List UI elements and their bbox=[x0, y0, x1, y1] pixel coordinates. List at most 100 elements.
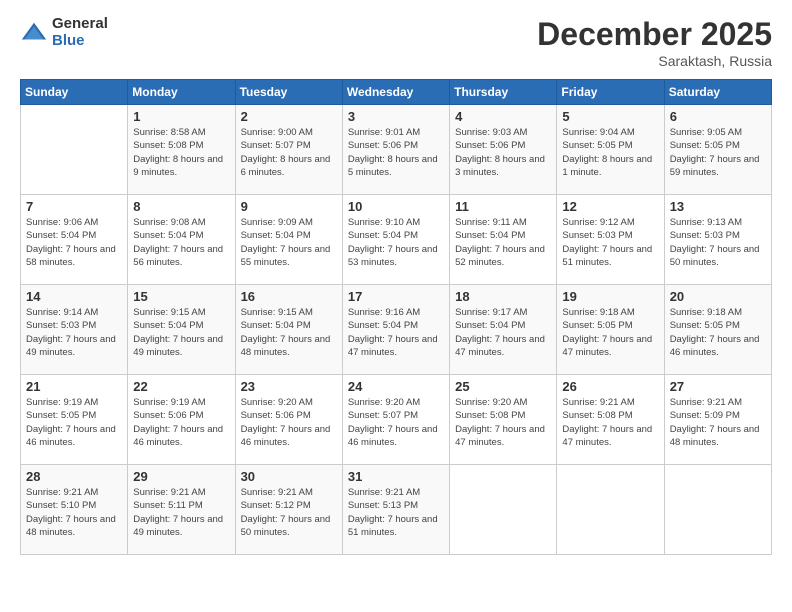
day-number: 3 bbox=[348, 109, 444, 124]
day-info: Sunrise: 9:15 AMSunset: 5:04 PMDaylight:… bbox=[241, 306, 337, 359]
logo-general: General bbox=[52, 16, 108, 33]
calendar-week-3: 14 Sunrise: 9:14 AMSunset: 5:03 PMDayligh… bbox=[21, 285, 772, 375]
calendar-page: General Blue December 2025 Saraktash, Ru… bbox=[0, 0, 792, 612]
day-info: Sunrise: 9:21 AMSunset: 5:13 PMDaylight:… bbox=[348, 486, 444, 539]
calendar-cell: 5Sunrise: 9:04 AMSunset: 5:05 PMDaylight… bbox=[557, 105, 664, 195]
day-info: Sunrise: 9:06 AMSunset: 5:04 PMDaylight:… bbox=[26, 216, 122, 269]
calendar-table: Sunday Monday Tuesday Wednesday Thursday… bbox=[20, 79, 772, 555]
day-info: Sunrise: 9:21 AMSunset: 5:12 PMDaylight:… bbox=[241, 486, 337, 539]
calendar-cell: 18 Sunrise: 9:17 AMSunset: 5:04 PMDayligh… bbox=[450, 285, 557, 375]
header-wednesday: Wednesday bbox=[342, 80, 449, 105]
calendar-cell: 8 Sunrise: 9:08 AMSunset: 5:04 PMDaylight… bbox=[128, 195, 235, 285]
day-info: Sunrise: 9:21 AMSunset: 5:08 PMDaylight:… bbox=[562, 396, 658, 449]
day-number: 9 bbox=[241, 199, 337, 214]
day-number: 8 bbox=[133, 199, 229, 214]
day-number: 2 bbox=[241, 109, 337, 124]
day-info: Sunrise: 9:20 AMSunset: 5:08 PMDaylight:… bbox=[455, 396, 551, 449]
day-number: 13 bbox=[670, 199, 766, 214]
calendar-cell: 20 Sunrise: 9:18 AMSunset: 5:05 PMDayligh… bbox=[664, 285, 771, 375]
title-area: December 2025 Saraktash, Russia bbox=[537, 16, 772, 69]
day-info: Sunrise: 9:15 AMSunset: 5:04 PMDaylight:… bbox=[133, 306, 229, 359]
day-number: 10 bbox=[348, 199, 444, 214]
header-row: Sunday Monday Tuesday Wednesday Thursday… bbox=[21, 80, 772, 105]
day-info: Sunrise: 8:58 AMSunset: 5:08 PMDaylight:… bbox=[133, 126, 229, 179]
day-number: 23 bbox=[241, 379, 337, 394]
calendar-cell: 9 Sunrise: 9:09 AMSunset: 5:04 PMDaylight… bbox=[235, 195, 342, 285]
calendar-cell: 27 Sunrise: 9:21 AMSunset: 5:09 PMDayligh… bbox=[664, 375, 771, 465]
day-number: 14 bbox=[26, 289, 122, 304]
day-info: Sunrise: 9:10 AMSunset: 5:04 PMDaylight:… bbox=[348, 216, 444, 269]
calendar-week-5: 28 Sunrise: 9:21 AMSunset: 5:10 PMDayligh… bbox=[21, 465, 772, 555]
day-number: 11 bbox=[455, 199, 551, 214]
header-tuesday: Tuesday bbox=[235, 80, 342, 105]
calendar-cell: 2 Sunrise: 9:00 AMSunset: 5:07 PMDaylight… bbox=[235, 105, 342, 195]
location-subtitle: Saraktash, Russia bbox=[537, 53, 772, 69]
day-info: Sunrise: 9:09 AMSunset: 5:04 PMDaylight:… bbox=[241, 216, 337, 269]
calendar-cell: 16 Sunrise: 9:15 AMSunset: 5:04 PMDayligh… bbox=[235, 285, 342, 375]
day-number: 19 bbox=[562, 289, 658, 304]
day-number: 27 bbox=[670, 379, 766, 394]
day-info: Sunrise: 9:19 AMSunset: 5:05 PMDaylight:… bbox=[26, 396, 122, 449]
day-info: Sunrise: 9:00 AMSunset: 5:07 PMDaylight:… bbox=[241, 126, 337, 179]
day-info: Sunrise: 9:08 AMSunset: 5:04 PMDaylight:… bbox=[133, 216, 229, 269]
day-info: Sunrise: 9:03 AMSunset: 5:06 PMDaylight:… bbox=[455, 126, 551, 179]
day-info: Sunrise: 9:14 AMSunset: 5:03 PMDaylight:… bbox=[26, 306, 122, 359]
day-number: 21 bbox=[26, 379, 122, 394]
calendar-cell bbox=[450, 465, 557, 555]
day-number: 16 bbox=[241, 289, 337, 304]
day-info: Sunrise: 9:17 AMSunset: 5:04 PMDaylight:… bbox=[455, 306, 551, 359]
header-friday: Friday bbox=[557, 80, 664, 105]
day-number: 20 bbox=[670, 289, 766, 304]
calendar-cell: 7 Sunrise: 9:06 AMSunset: 5:04 PMDaylight… bbox=[21, 195, 128, 285]
day-number: 7 bbox=[26, 199, 122, 214]
logo-icon bbox=[20, 19, 48, 47]
calendar-cell: 4Sunrise: 9:03 AMSunset: 5:06 PMDaylight… bbox=[450, 105, 557, 195]
day-info: Sunrise: 9:16 AMSunset: 5:04 PMDaylight:… bbox=[348, 306, 444, 359]
day-info: Sunrise: 9:18 AMSunset: 5:05 PMDaylight:… bbox=[670, 306, 766, 359]
calendar-cell: 12Sunrise: 9:12 AMSunset: 5:03 PMDayligh… bbox=[557, 195, 664, 285]
day-info: Sunrise: 9:21 AMSunset: 5:11 PMDaylight:… bbox=[133, 486, 229, 539]
calendar-cell: 22 Sunrise: 9:19 AMSunset: 5:06 PMDayligh… bbox=[128, 375, 235, 465]
calendar-cell: 31Sunrise: 9:21 AMSunset: 5:13 PMDayligh… bbox=[342, 465, 449, 555]
calendar-week-4: 21 Sunrise: 9:19 AMSunset: 5:05 PMDayligh… bbox=[21, 375, 772, 465]
day-number: 28 bbox=[26, 469, 122, 484]
calendar-cell: 11 Sunrise: 9:11 AMSunset: 5:04 PMDayligh… bbox=[450, 195, 557, 285]
day-info: Sunrise: 9:01 AMSunset: 5:06 PMDaylight:… bbox=[348, 126, 444, 179]
calendar-cell: 29 Sunrise: 9:21 AMSunset: 5:11 PMDayligh… bbox=[128, 465, 235, 555]
header-sunday: Sunday bbox=[21, 80, 128, 105]
calendar-cell: 26 Sunrise: 9:21 AMSunset: 5:08 PMDayligh… bbox=[557, 375, 664, 465]
day-number: 5 bbox=[562, 109, 658, 124]
day-number: 17 bbox=[348, 289, 444, 304]
day-info: Sunrise: 9:19 AMSunset: 5:06 PMDaylight:… bbox=[133, 396, 229, 449]
calendar-header: Sunday Monday Tuesday Wednesday Thursday… bbox=[21, 80, 772, 105]
logo: General Blue bbox=[20, 16, 108, 49]
day-number: 15 bbox=[133, 289, 229, 304]
calendar-cell: 25Sunrise: 9:20 AMSunset: 5:08 PMDayligh… bbox=[450, 375, 557, 465]
day-info: Sunrise: 9:21 AMSunset: 5:10 PMDaylight:… bbox=[26, 486, 122, 539]
day-number: 22 bbox=[133, 379, 229, 394]
day-info: Sunrise: 9:13 AMSunset: 5:03 PMDaylight:… bbox=[670, 216, 766, 269]
day-number: 29 bbox=[133, 469, 229, 484]
day-number: 26 bbox=[562, 379, 658, 394]
calendar-cell: 30 Sunrise: 9:21 AMSunset: 5:12 PMDayligh… bbox=[235, 465, 342, 555]
header-thursday: Thursday bbox=[450, 80, 557, 105]
logo-blue: Blue bbox=[52, 33, 108, 50]
day-info: Sunrise: 9:05 AMSunset: 5:05 PMDaylight:… bbox=[670, 126, 766, 179]
day-number: 1 bbox=[133, 109, 229, 124]
calendar-cell bbox=[21, 105, 128, 195]
calendar-cell bbox=[664, 465, 771, 555]
calendar-week-2: 7 Sunrise: 9:06 AMSunset: 5:04 PMDaylight… bbox=[21, 195, 772, 285]
day-number: 24 bbox=[348, 379, 444, 394]
calendar-cell: 14 Sunrise: 9:14 AMSunset: 5:03 PMDayligh… bbox=[21, 285, 128, 375]
day-info: Sunrise: 9:18 AMSunset: 5:05 PMDaylight:… bbox=[562, 306, 658, 359]
header-monday: Monday bbox=[128, 80, 235, 105]
day-info: Sunrise: 9:11 AMSunset: 5:04 PMDaylight:… bbox=[455, 216, 551, 269]
calendar-cell: 28 Sunrise: 9:21 AMSunset: 5:10 PMDayligh… bbox=[21, 465, 128, 555]
day-number: 30 bbox=[241, 469, 337, 484]
day-info: Sunrise: 9:12 AMSunset: 5:03 PMDaylight:… bbox=[562, 216, 658, 269]
calendar-body: 1 Sunrise: 8:58 AMSunset: 5:08 PMDaylight… bbox=[21, 105, 772, 555]
header: General Blue December 2025 Saraktash, Ru… bbox=[20, 16, 772, 69]
day-number: 18 bbox=[455, 289, 551, 304]
calendar-cell: 13 Sunrise: 9:13 AMSunset: 5:03 PMDayligh… bbox=[664, 195, 771, 285]
day-info: Sunrise: 9:21 AMSunset: 5:09 PMDaylight:… bbox=[670, 396, 766, 449]
